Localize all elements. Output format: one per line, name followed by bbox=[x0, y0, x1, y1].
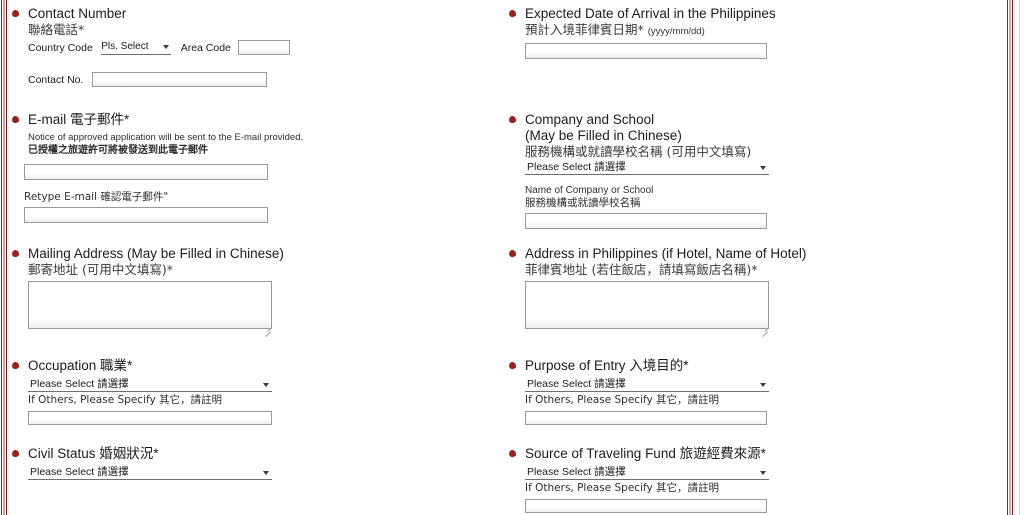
ph-address-label-en: Address in Philippines (if Hotel, Name o… bbox=[525, 246, 807, 261]
retype-email-label: Retype E-mail 確認電子郵件" bbox=[24, 191, 169, 203]
arrival-date-format-hint: (yyyy/mm/dd) bbox=[647, 26, 705, 37]
contact-no-input[interactable] bbox=[91, 72, 267, 88]
required-bullet-icon bbox=[508, 449, 517, 458]
email-label: E-mail 電子郵件* bbox=[28, 112, 130, 127]
company-school-name-input[interactable] bbox=[525, 212, 767, 229]
field-arrival-date: Expected Date of Arrival in the Philippi… bbox=[508, 6, 776, 60]
email-input[interactable] bbox=[24, 163, 268, 180]
country-area-code-row: Country Code Pls. Select Area Code bbox=[28, 39, 291, 57]
arrival-date-row bbox=[525, 42, 776, 60]
ph-address-label-zh: 菲律賓地址 (若住飯店，請填寫飯店名稱)* bbox=[525, 262, 758, 277]
contact-number-label-zh: 聯絡電話* bbox=[28, 22, 85, 37]
ph-address-textarea-wrap bbox=[525, 281, 769, 337]
email-note-en: Notice of approved application will be s… bbox=[28, 132, 304, 143]
country-code-select-value: Pls. Select bbox=[101, 40, 149, 52]
arrival-date-label-en: Expected Date of Arrival in the Philippi… bbox=[525, 6, 776, 21]
required-bullet-icon bbox=[508, 9, 517, 18]
source-of-fund-select-value: Please Select 請選擇 bbox=[527, 466, 626, 478]
field-contact-number: Contact Number 聯絡電話* Country Code Pls. S… bbox=[11, 6, 291, 89]
field-source-of-fund: Source of Traveling Fund 旅遊經費來源* Please … bbox=[508, 446, 769, 515]
field-email: E-mail 電子郵件* Notice of approved applicat… bbox=[11, 112, 304, 224]
required-bullet-icon bbox=[508, 249, 517, 258]
source-of-fund-label: Source of Traveling Fund 旅遊經費來源* bbox=[525, 446, 766, 461]
email-input-row bbox=[24, 163, 303, 181]
field-ph-address: Address in Philippines (if Hotel, Name o… bbox=[508, 246, 807, 337]
chevron-down-icon bbox=[163, 44, 170, 49]
purpose-of-entry-others-label: If Others, Please Specify 其它，請註明 bbox=[525, 394, 720, 406]
chevron-down-icon bbox=[760, 383, 766, 387]
arrival-date-input[interactable] bbox=[525, 42, 767, 59]
mailing-address-label-en: Mailing Address (May be Filled in Chines… bbox=[28, 246, 284, 261]
field-occupation: Occupation 職業* Please Select 請選擇 If Othe… bbox=[11, 358, 272, 427]
company-school-name-label-zh: 服務機構或就讀學校名稱 bbox=[525, 197, 641, 209]
chevron-down-icon bbox=[760, 471, 766, 475]
source-of-fund-select[interactable]: Please Select 請選擇 bbox=[525, 466, 769, 480]
visa-application-form: Contact Number 聯絡電話* Country Code Pls. S… bbox=[0, 0, 1024, 515]
civil-status-select[interactable]: Please Select 請選擇 bbox=[28, 466, 272, 480]
source-of-fund-others-row bbox=[525, 497, 769, 515]
company-school-label-zh: 服務機構或就讀學校名稱 (可用中文填寫) bbox=[525, 144, 752, 159]
chevron-down-icon bbox=[263, 471, 269, 475]
occupation-others-input[interactable] bbox=[28, 410, 272, 425]
company-school-select[interactable]: Please Select 請選擇 bbox=[525, 161, 769, 175]
company-school-name-label-en: Name of Company or School bbox=[525, 185, 654, 196]
contact-no-row: Contact No. bbox=[28, 71, 290, 89]
occupation-select[interactable]: Please Select 請選擇 bbox=[28, 378, 272, 392]
mailing-address-label-zh: 郵寄地址 (可用中文填寫)* bbox=[28, 262, 173, 277]
occupation-others-row bbox=[28, 409, 272, 427]
arrival-date-label-zh: 預計入境菲律賓日期* (yyyy/mm/dd) bbox=[525, 22, 705, 37]
company-school-label-line2: (May be Filled in Chinese) bbox=[525, 128, 682, 143]
retype-email-input-row bbox=[24, 206, 303, 224]
chevron-down-icon bbox=[263, 383, 269, 387]
source-of-fund-others-label: If Others, Please Specify 其它，請註明 bbox=[525, 482, 720, 494]
company-school-label-line1: Company and School bbox=[525, 112, 655, 127]
required-bullet-icon bbox=[508, 115, 517, 124]
required-bullet-icon bbox=[11, 361, 20, 370]
civil-status-label: Civil Status 婚姻狀況* bbox=[28, 446, 159, 461]
occupation-others-label: If Others, Please Specify 其它，請註明 bbox=[28, 394, 223, 406]
occupation-label: Occupation 職業* bbox=[28, 358, 133, 373]
source-of-fund-others-input[interactable] bbox=[525, 498, 767, 513]
area-code-label: Area Code bbox=[180, 41, 231, 54]
required-bullet-icon bbox=[11, 115, 20, 124]
required-bullet-icon bbox=[11, 249, 20, 258]
purpose-of-entry-others-row bbox=[525, 409, 769, 427]
required-bullet-icon bbox=[508, 361, 517, 370]
company-school-select-value: Please Select 請選擇 bbox=[527, 161, 626, 173]
contact-no-label: Contact No. bbox=[28, 73, 84, 86]
purpose-of-entry-label: Purpose of Entry 入境目的* bbox=[525, 358, 689, 373]
occupation-select-value: Please Select 請選擇 bbox=[30, 378, 129, 390]
purpose-of-entry-select[interactable]: Please Select 請選擇 bbox=[525, 378, 769, 392]
field-civil-status: Civil Status 婚姻狀況* Please Select 請選擇 bbox=[11, 446, 272, 480]
email-note-zh: 已授權之旅遊許可將被發送到此電子郵件 bbox=[28, 144, 208, 156]
field-purpose-of-entry: Purpose of Entry 入境目的* Please Select 請選擇… bbox=[508, 358, 769, 427]
company-school-name-row bbox=[525, 212, 769, 230]
chevron-down-icon bbox=[760, 166, 766, 170]
mailing-address-textarea[interactable] bbox=[28, 281, 272, 329]
civil-status-select-value: Please Select 請選擇 bbox=[30, 466, 129, 478]
mailing-address-textarea-wrap bbox=[28, 281, 272, 337]
retype-email-input[interactable] bbox=[24, 206, 268, 223]
contact-number-label-en: Contact Number bbox=[28, 6, 127, 21]
country-code-label: Country Code bbox=[28, 41, 93, 54]
required-bullet-icon bbox=[11, 449, 20, 458]
ph-address-textarea[interactable] bbox=[525, 281, 769, 329]
country-code-select[interactable]: Pls. Select bbox=[101, 40, 172, 55]
required-bullet-icon bbox=[11, 9, 20, 18]
field-company-school: Company and School (May be Filled in Chi… bbox=[508, 112, 769, 230]
purpose-of-entry-select-value: Please Select 請選擇 bbox=[527, 378, 626, 390]
area-code-input[interactable] bbox=[238, 40, 291, 56]
purpose-of-entry-others-input[interactable] bbox=[525, 410, 767, 425]
field-mailing-address: Mailing Address (May be Filled in Chines… bbox=[11, 246, 284, 337]
